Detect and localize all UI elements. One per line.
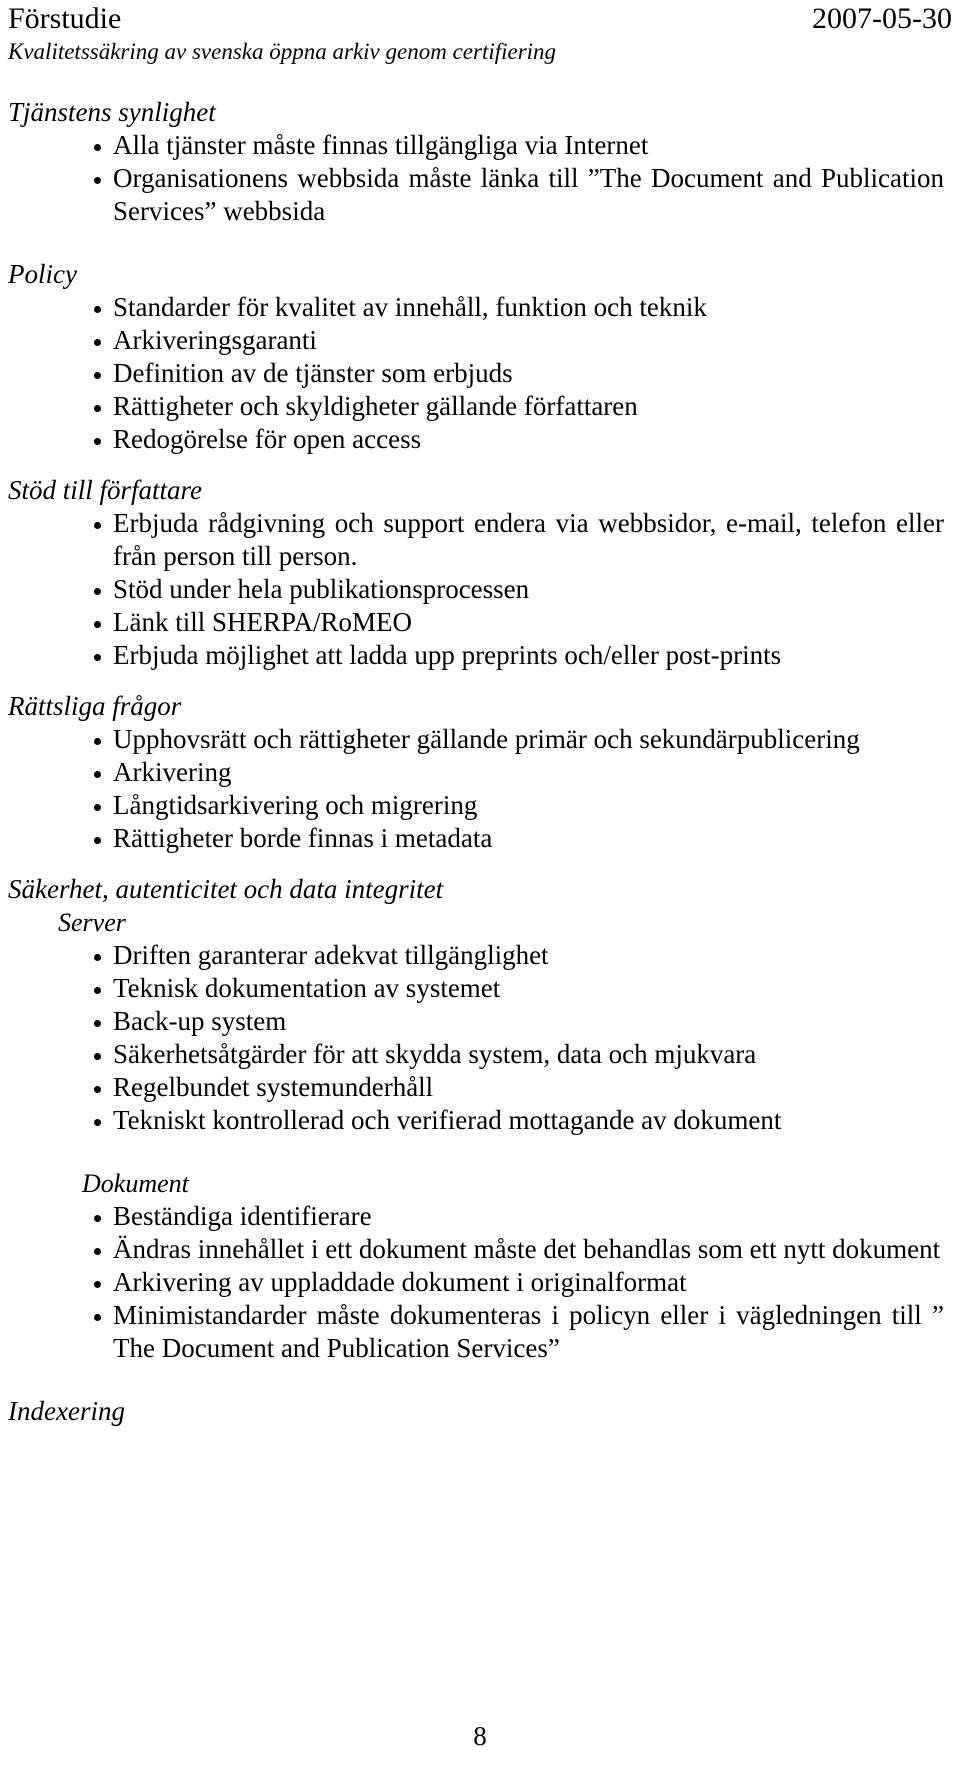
section-heading-stod-till-forfattare: Stöd till författare — [8, 475, 203, 505]
list-item: Tekniskt kontrollerad och verifierad mot… — [8, 1104, 944, 1137]
section-heading-policy: Policy — [8, 259, 77, 289]
subsection-heading-server: Server — [58, 908, 126, 937]
list-item: Länk till SHERPA/RoMEO — [8, 606, 944, 639]
bullet-list-tjanstens-synlighet: Alla tjänster måste finnas tillgängliga … — [8, 129, 944, 228]
list-item: Rättigheter borde finnas i metadata — [8, 822, 944, 855]
list-item: Back-up system — [8, 1005, 944, 1038]
header-title-row: Förstudie 2007-05-30 — [8, 2, 952, 36]
list-item: Teknisk dokumentation av systemet — [8, 972, 944, 1005]
section-heading-tjanstens-synlighet: Tjänstens synlighet — [8, 97, 216, 127]
list-item: Arkiveringsgaranti — [8, 324, 944, 357]
list-item: Rättigheter och skyldigheter gällande fö… — [8, 390, 944, 423]
list-item: Långtidsarkivering och migrering — [8, 789, 944, 822]
bullet-list-policy: Standarder för kvalitet av innehåll, fun… — [8, 291, 944, 456]
section-heading-indexering: Indexering — [8, 1396, 125, 1426]
list-item: Arkivering av uppladdade dokument i orig… — [8, 1266, 944, 1299]
document-date: 2007-05-30 — [812, 2, 952, 35]
list-item: Upphovsrätt och rättigheter gällande pri… — [8, 723, 944, 756]
list-item: Organisationens webbsida måste länka til… — [8, 162, 944, 228]
document-body: Tjänstens synlighet Alla tjänster måste … — [8, 96, 944, 1428]
list-item: Definition av de tjänster som erbjuds — [8, 357, 944, 390]
list-item: Redogörelse för open access — [8, 423, 944, 456]
subsection-heading-dokument: Dokument — [82, 1169, 189, 1198]
section-heading-rattsliga-fragor: Rättsliga frågor — [8, 691, 182, 721]
list-item: Erbjuda möjlighet att ladda upp preprint… — [8, 639, 944, 672]
bullet-list-dokument: Beständiga identifierare Ändras innehåll… — [8, 1200, 944, 1365]
page-number: 8 — [473, 1721, 487, 1751]
list-item: Beständiga identifierare — [8, 1200, 944, 1233]
list-item: Erbjuda rådgivning och support endera vi… — [8, 507, 944, 573]
bullet-list-server: Driften garanterar adekvat tillgänglighe… — [8, 939, 944, 1137]
list-item: Arkivering — [8, 756, 944, 789]
list-item: Standarder för kvalitet av innehåll, fun… — [8, 291, 944, 324]
list-item: Alla tjänster måste finnas tillgängliga … — [8, 129, 944, 162]
list-item: Säkerhetsåtgärder för att skydda system,… — [8, 1038, 944, 1071]
bullet-list-rattsliga-fragor: Upphovsrätt och rättigheter gällande pri… — [8, 723, 944, 855]
bullet-list-stod-till-forfattare: Erbjuda rådgivning och support endera vi… — [8, 507, 944, 672]
running-header: Förstudie 2007-05-30 Kvalitetssäkring av… — [8, 2, 952, 64]
document-subtitle: Kvalitetssäkring av svenska öppna arkiv … — [8, 39, 557, 64]
section-heading-sakerhet: Säkerhet, autenticitet och data integrit… — [8, 874, 444, 904]
list-item: Ändras innehållet i ett dokument måste d… — [8, 1233, 944, 1266]
list-item: Minimistandarder måste dokumenteras i po… — [8, 1299, 944, 1365]
document-type-label: Förstudie — [8, 2, 122, 35]
list-item: Driften garanterar adekvat tillgänglighe… — [8, 939, 944, 972]
document-page: Förstudie 2007-05-30 Kvalitetssäkring av… — [0, 0, 960, 1774]
list-item: Regelbundet systemunderhåll — [8, 1071, 944, 1104]
list-item: Stöd under hela publikationsprocessen — [8, 573, 944, 606]
